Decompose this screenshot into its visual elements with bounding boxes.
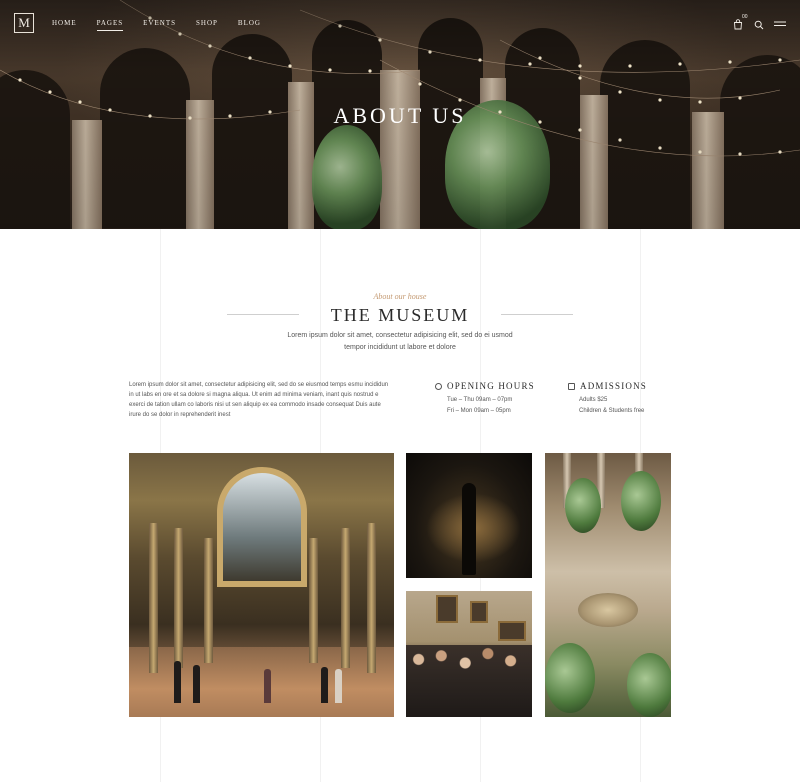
nav-item-home[interactable]: HOME bbox=[52, 19, 77, 31]
photo-floor bbox=[129, 647, 394, 717]
nav-item-events[interactable]: EVENTS bbox=[143, 19, 176, 31]
hours-line: Fri – Mon 09am – 05pm bbox=[447, 408, 511, 414]
photo-tree bbox=[627, 653, 671, 717]
photo-visitor bbox=[335, 669, 342, 703]
photo-tree bbox=[621, 471, 661, 531]
search-icon bbox=[754, 20, 764, 30]
photo-tree bbox=[565, 478, 601, 533]
gallery-photo-crowd[interactable] bbox=[406, 591, 532, 717]
photo-painting bbox=[498, 621, 526, 641]
section-eyebrow: About our house bbox=[373, 292, 427, 301]
hero-banner: M HOME PAGES EVENTS SHOP BLOG 00 ABOUT U… bbox=[0, 0, 800, 229]
photo-painting bbox=[470, 601, 488, 623]
about-paragraph: Lorem ipsum dolor sit amet, consectetur … bbox=[129, 382, 389, 418]
cart-button[interactable]: 00 bbox=[733, 14, 748, 30]
photo-visitor bbox=[174, 661, 181, 703]
nav-item-shop[interactable]: SHOP bbox=[196, 19, 218, 31]
section-subtitle: Lorem ipsum dolor sit amet, consectetur … bbox=[287, 332, 513, 351]
shopping-bag-icon bbox=[734, 19, 742, 30]
photo-skylight bbox=[217, 467, 307, 587]
photo-column bbox=[174, 528, 183, 668]
photo-painting bbox=[436, 595, 458, 623]
menu-button[interactable] bbox=[774, 17, 788, 29]
gallery-photo-statue[interactable] bbox=[406, 453, 532, 578]
photo-column bbox=[204, 538, 213, 663]
photo-crowd bbox=[406, 645, 532, 717]
ticket-icon bbox=[568, 382, 575, 390]
opening-hours-heading: OPENING HOURS bbox=[435, 381, 535, 391]
admissions-line: Adults $25 bbox=[579, 397, 608, 403]
photo-visitor bbox=[193, 665, 200, 703]
photo-statue bbox=[462, 483, 476, 575]
hours-line: Tue – Thu 09am – 07pm bbox=[447, 397, 513, 403]
cart-count: 00 bbox=[742, 14, 748, 20]
admissions-heading: ADMISSIONS bbox=[568, 381, 647, 391]
page-title: ABOUT US bbox=[333, 103, 467, 128]
photo-column bbox=[367, 523, 376, 673]
photo-column bbox=[149, 523, 158, 673]
site-logo[interactable]: M bbox=[14, 13, 34, 33]
photo-tree bbox=[545, 643, 595, 713]
nav-item-pages[interactable]: PAGES bbox=[96, 19, 124, 31]
main-nav: HOME PAGES EVENTS SHOP BLOG bbox=[52, 19, 281, 31]
photo-visitor bbox=[264, 669, 271, 703]
gallery-photo-courtyard[interactable] bbox=[545, 453, 671, 717]
photo-fountain bbox=[578, 593, 638, 627]
gallery-photo-hall[interactable] bbox=[129, 453, 394, 717]
section-title: THE MUSEUM bbox=[330, 305, 470, 325]
photo-column bbox=[341, 528, 350, 668]
photo-visitor bbox=[321, 667, 328, 703]
photo-column bbox=[309, 538, 318, 663]
title-rule-right bbox=[501, 314, 573, 315]
clock-icon bbox=[435, 382, 442, 390]
admissions-title: ADMISSIONS bbox=[580, 381, 648, 391]
opening-hours-title: OPENING HOURS bbox=[447, 381, 535, 391]
admissions-line: Children & Students free bbox=[579, 408, 645, 414]
search-button[interactable] bbox=[754, 17, 768, 30]
hamburger-menu-icon bbox=[774, 21, 786, 26]
nav-item-blog[interactable]: BLOG bbox=[238, 19, 261, 31]
